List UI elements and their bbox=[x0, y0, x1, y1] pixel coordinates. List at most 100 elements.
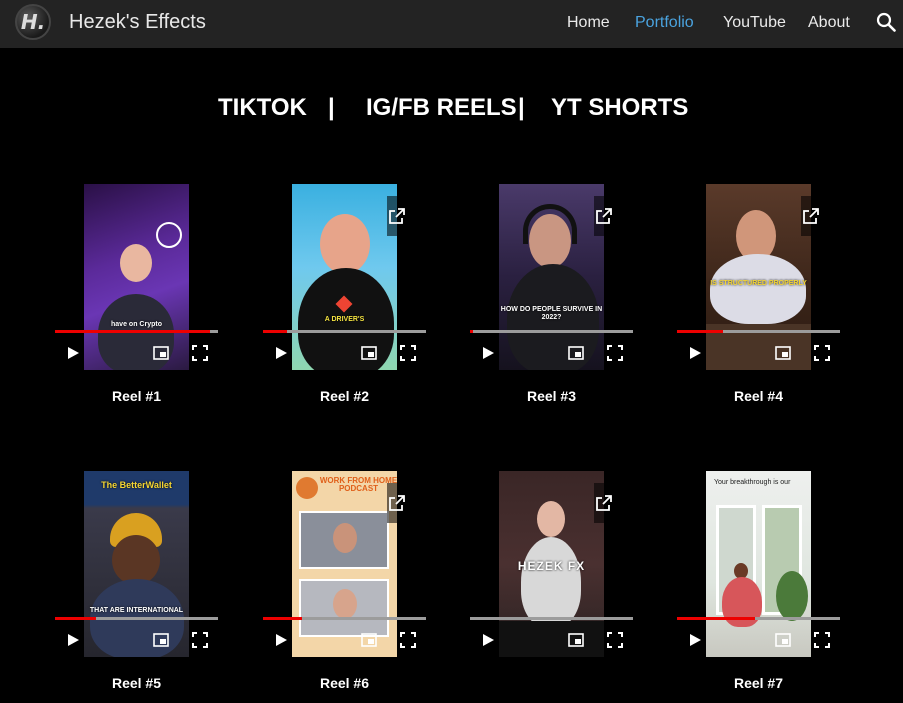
video-thumbnail[interactable]: WORK FROM HOME PODCAST bbox=[292, 471, 397, 657]
video-thumbnail[interactable]: IS STRUCTURED PROPERLY bbox=[706, 184, 811, 370]
play-icon[interactable] bbox=[687, 345, 703, 361]
video-caption: A DRIVER'S bbox=[324, 316, 365, 323]
headphones bbox=[523, 204, 577, 244]
host-video-frame bbox=[299, 579, 389, 637]
picture-in-picture-icon[interactable] bbox=[153, 345, 169, 361]
progress-fill bbox=[470, 330, 474, 333]
progress-fill bbox=[55, 617, 96, 620]
heading-divider: | bbox=[328, 94, 335, 121]
video-caption: have on Crypto bbox=[111, 321, 162, 328]
reel-card: HEZEK FX bbox=[470, 471, 633, 657]
fullscreen-icon[interactable] bbox=[192, 345, 208, 361]
video-caption-top: The BetterWallet bbox=[101, 480, 172, 490]
picture-in-picture-icon[interactable] bbox=[775, 345, 791, 361]
picture-in-picture-icon[interactable] bbox=[568, 632, 584, 648]
heading-tiktok: TIKTOK bbox=[218, 94, 307, 121]
video-thumbnail[interactable]: A DRIVER'S bbox=[292, 184, 397, 370]
progress-bar[interactable] bbox=[263, 330, 426, 333]
plant bbox=[776, 571, 808, 621]
reel-label[interactable]: Reel #3 bbox=[470, 388, 633, 404]
reel-card: HOW DO PEOPLE SURVIVE IN 2022? Reel #3 bbox=[470, 184, 633, 404]
progress-bar[interactable] bbox=[263, 617, 426, 620]
reel-label[interactable]: Reel #4 bbox=[677, 388, 840, 404]
reel-card: Your breakthrough is our Reel #7 bbox=[677, 471, 840, 691]
external-link-button[interactable] bbox=[594, 196, 614, 236]
external-link-button[interactable] bbox=[387, 483, 407, 523]
play-icon[interactable] bbox=[273, 345, 289, 361]
play-icon[interactable] bbox=[480, 345, 496, 361]
progress-fill bbox=[55, 330, 210, 333]
person-face bbox=[537, 501, 565, 537]
progress-bar[interactable] bbox=[55, 617, 218, 620]
video-caption: THAT ARE INTERNATIONAL bbox=[89, 607, 184, 614]
person-face bbox=[112, 535, 160, 585]
fullscreen-icon[interactable] bbox=[814, 632, 830, 648]
top-navigation-bar: H. Hezek's Effects Home Portfolio YouTub… bbox=[0, 0, 903, 48]
reel-label[interactable]: Reel #2 bbox=[263, 388, 426, 404]
picture-in-picture-icon[interactable] bbox=[361, 345, 377, 361]
progress-bar[interactable] bbox=[55, 330, 218, 333]
progress-bar[interactable] bbox=[470, 617, 633, 620]
nav-youtube[interactable]: YouTube bbox=[723, 14, 786, 32]
fullscreen-icon[interactable] bbox=[607, 345, 623, 361]
person-face bbox=[333, 523, 357, 553]
fullscreen-icon[interactable] bbox=[400, 345, 416, 361]
picture-in-picture-icon[interactable] bbox=[568, 345, 584, 361]
picture-in-picture-icon[interactable] bbox=[775, 632, 791, 648]
person-face bbox=[333, 589, 357, 619]
external-link-icon bbox=[389, 495, 405, 511]
fullscreen-icon[interactable] bbox=[400, 632, 416, 648]
play-icon[interactable] bbox=[65, 345, 81, 361]
reel-card: WORK FROM HOME PODCAST Reel #6 bbox=[263, 471, 426, 691]
video-thumbnail[interactable]: HOW DO PEOPLE SURVIVE IN 2022? bbox=[499, 184, 604, 370]
progress-fill bbox=[677, 330, 723, 333]
logo-text: H. bbox=[20, 10, 46, 34]
progress-fill bbox=[263, 617, 303, 620]
site-logo[interactable]: H. bbox=[15, 4, 51, 40]
person-body bbox=[521, 537, 581, 627]
play-icon[interactable] bbox=[687, 632, 703, 648]
category-headings: TIKTOK | IG/FB REELS | YT SHORTS bbox=[0, 94, 903, 124]
fullscreen-icon[interactable] bbox=[607, 632, 623, 648]
fullscreen-icon[interactable] bbox=[192, 632, 208, 648]
reel-label[interactable]: Reel #6 bbox=[263, 675, 426, 691]
video-thumbnail[interactable]: Your breakthrough is our bbox=[706, 471, 811, 657]
play-icon[interactable] bbox=[273, 632, 289, 648]
video-thumbnail[interactable]: The BetterWallet THAT ARE INTERNATIONAL bbox=[84, 471, 189, 657]
video-caption: IS STRUCTURED PROPERLY bbox=[710, 280, 807, 287]
search-icon[interactable] bbox=[876, 12, 896, 32]
video-caption: HOW DO PEOPLE SURVIVE IN 2022? bbox=[500, 306, 603, 321]
site-title[interactable]: Hezek's Effects bbox=[69, 11, 206, 34]
picture-in-picture-icon[interactable] bbox=[153, 632, 169, 648]
video-thumbnail[interactable]: HEZEK FX bbox=[499, 471, 604, 657]
reel-card: The BetterWallet THAT ARE INTERNATIONAL … bbox=[55, 471, 218, 691]
fullscreen-icon[interactable] bbox=[814, 345, 830, 361]
person-face bbox=[320, 214, 370, 274]
progress-fill bbox=[677, 617, 756, 620]
play-icon[interactable] bbox=[480, 632, 496, 648]
person-body bbox=[710, 254, 806, 324]
reel-card: have on Crypto Reel #1 bbox=[55, 184, 218, 404]
picture-in-picture-icon[interactable] bbox=[361, 632, 377, 648]
reel-label[interactable]: Reel #7 bbox=[677, 675, 840, 691]
play-icon[interactable] bbox=[65, 632, 81, 648]
video-caption-top: WORK FROM HOME PODCAST bbox=[319, 476, 397, 493]
progress-bar[interactable] bbox=[677, 617, 840, 620]
external-link-icon bbox=[389, 208, 405, 224]
progress-bar[interactable] bbox=[470, 330, 633, 333]
external-link-button[interactable] bbox=[387, 196, 407, 236]
nav-home[interactable]: Home bbox=[567, 14, 610, 32]
progress-fill bbox=[263, 330, 288, 333]
person-face bbox=[120, 244, 152, 282]
progress-bar[interactable] bbox=[677, 330, 840, 333]
external-link-icon bbox=[596, 208, 612, 224]
reel-label[interactable]: Reel #1 bbox=[55, 388, 218, 404]
external-link-button[interactable] bbox=[801, 196, 821, 236]
dj-console bbox=[499, 621, 604, 657]
reel-label[interactable]: Reel #5 bbox=[55, 675, 218, 691]
nav-about[interactable]: About bbox=[808, 14, 850, 32]
video-thumbnail[interactable]: have on Crypto bbox=[84, 184, 189, 370]
nav-portfolio[interactable]: Portfolio bbox=[635, 14, 694, 32]
heading-divider: | bbox=[518, 94, 525, 121]
external-link-button[interactable] bbox=[594, 483, 614, 523]
